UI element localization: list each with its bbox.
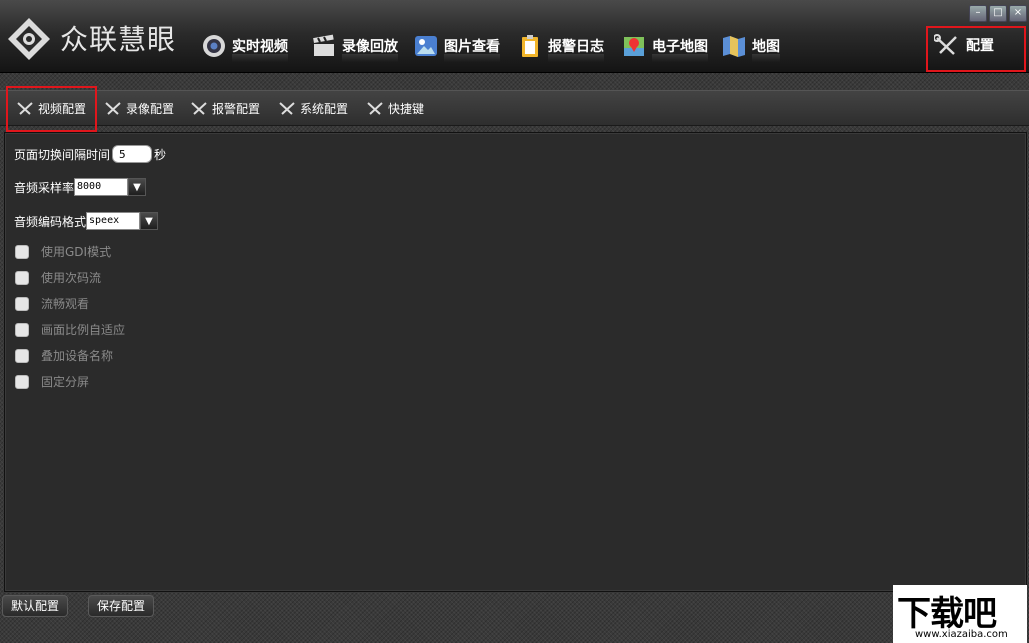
nav-config[interactable]: 配置 [926, 26, 1026, 72]
checkbox-box[interactable] [15, 296, 29, 311]
nav-playback[interactable]: 录像回放 [312, 30, 398, 62]
checkbox-smooth-view[interactable]: 流畅观看 [15, 295, 89, 312]
clipboard-icon [522, 35, 538, 57]
tab-alarm-config[interactable]: 报警配置 [190, 97, 260, 119]
checkbox-fixed-split[interactable]: 固定分屏 [15, 373, 89, 390]
watermark-url: www.xiazaiba.com [915, 629, 1008, 640]
codec-label: 音频编码格式 [14, 214, 87, 229]
config-tab-bar: 视频配置 录像配置 报警配置 系统配置 快捷键 [0, 90, 1029, 126]
nav-live-video-label: 实时视频 [232, 36, 288, 62]
checkbox-box[interactable] [15, 374, 29, 389]
tab-alarm-config-label: 报警配置 [212, 101, 261, 116]
nav-e-map[interactable]: 电子地图 [622, 30, 708, 62]
clapperboard-icon [313, 34, 334, 56]
nav-config-label: 配置 [966, 38, 994, 54]
nav-alarm-log-label: 报警日志 [548, 36, 604, 62]
switch-interval-unit: 秒 [154, 147, 167, 162]
checkbox-label: 叠加设备名称 [41, 349, 114, 363]
tab-shortcuts-label: 快捷键 [388, 101, 425, 116]
sample-rate-row: 音频采样率 8000 ▼ [14, 178, 147, 196]
switch-interval-label: 页面切换间隔时间 [14, 147, 111, 162]
sample-rate-select[interactable]: 8000 ▼ [74, 178, 147, 196]
checkbox-substream[interactable]: 使用次码流 [15, 269, 101, 286]
window-controls: – □ × [969, 5, 1027, 22]
close-button[interactable]: × [1009, 5, 1027, 22]
checkbox-overlay-device-name[interactable]: 叠加设备名称 [15, 347, 113, 364]
nav-pictures-label: 图片查看 [444, 36, 500, 62]
nav-map-label: 地图 [752, 36, 780, 62]
map-pin-icon [624, 37, 644, 56]
checkbox-box[interactable] [15, 244, 29, 259]
tools-icon [191, 102, 207, 115]
maximize-button[interactable]: □ [989, 5, 1007, 22]
tab-system-config[interactable]: 系统配置 [278, 97, 348, 119]
app-title: 众联慧眼 [60, 23, 177, 56]
tools-icon [279, 102, 295, 115]
watermark-logo: 下载吧 [897, 594, 997, 634]
nav-map[interactable]: 地图 [722, 30, 780, 62]
checkbox-label: 使用GDI模式 [41, 245, 112, 259]
checkbox-box[interactable] [15, 348, 29, 363]
tools-icon [105, 102, 121, 115]
switch-interval-input[interactable] [112, 145, 153, 163]
logo-icon [8, 18, 50, 60]
codec-select[interactable]: speex ▼ [86, 212, 159, 230]
dropdown-arrow-icon[interactable]: ▼ [128, 178, 147, 196]
checkbox-aspect-adaptive[interactable]: 画面比例自适应 [15, 321, 125, 338]
nav-pictures[interactable]: 图片查看 [414, 30, 500, 62]
picture-icon [415, 36, 437, 56]
checkbox-box[interactable] [15, 270, 29, 285]
dropdown-arrow-icon[interactable]: ▼ [140, 212, 159, 230]
codec-value: speex [86, 212, 141, 230]
nav-playback-label: 录像回放 [342, 36, 398, 62]
tab-recording-config[interactable]: 录像配置 [104, 97, 174, 119]
active-tab-highlight [6, 86, 97, 132]
checkbox-box[interactable] [15, 322, 29, 337]
watermark: 下载吧 www.xiazaiba.com [893, 585, 1027, 643]
checkbox-label: 流畅观看 [41, 297, 90, 311]
tools-icon [934, 34, 957, 55]
top-bar: 众联慧眼 实时视频 录像回放 图片查看 报警日志 电子地图 地图 配置 – □ … [0, 0, 1029, 73]
checkbox-label: 固定分屏 [41, 375, 90, 389]
tab-system-config-label: 系统配置 [300, 101, 349, 116]
folded-map-icon [723, 36, 745, 57]
sample-rate-label: 音频采样率 [14, 180, 75, 195]
tab-shortcuts[interactable]: 快捷键 [366, 97, 424, 119]
checkbox-gdi-mode[interactable]: 使用GDI模式 [15, 243, 111, 260]
nav-live-video[interactable]: 实时视频 [202, 30, 288, 62]
nav-e-map-label: 电子地图 [652, 36, 708, 62]
tab-recording-config-label: 录像配置 [126, 101, 175, 116]
checkbox-label: 使用次码流 [41, 271, 102, 285]
camera-lens-icon [203, 35, 225, 57]
checkbox-label: 画面比例自适应 [41, 323, 126, 337]
default-config-button[interactable]: 默认配置 [2, 595, 69, 617]
sample-rate-value: 8000 [74, 178, 129, 196]
save-config-button[interactable]: 保存配置 [88, 595, 155, 617]
minimize-button[interactable]: – [969, 5, 987, 22]
nav-alarm-log[interactable]: 报警日志 [518, 30, 604, 62]
codec-row: 音频编码格式 speex ▼ [14, 212, 159, 230]
tools-icon [367, 102, 383, 115]
settings-panel: 页面切换间隔时间 秒 音频采样率 8000 ▼ 音频编码格式 speex ▼ 使… [4, 132, 1027, 592]
switch-interval-row: 页面切换间隔时间 秒 [14, 145, 166, 163]
